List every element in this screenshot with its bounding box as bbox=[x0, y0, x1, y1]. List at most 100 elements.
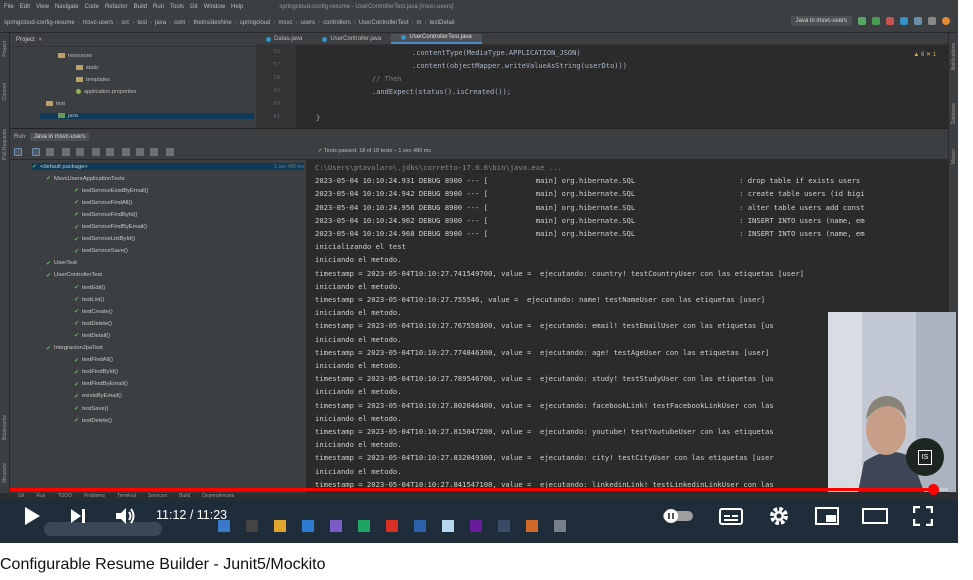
settings-gear-icon bbox=[166, 148, 174, 156]
fullscreen-button[interactable] bbox=[908, 498, 938, 534]
test-tree-item[interactable]: ✔ testServiceSave() bbox=[74, 248, 304, 255]
menu-item-build[interactable]: Build bbox=[134, 4, 147, 10]
test-tree-item[interactable]: ✔ testServiceExistByEmail() bbox=[74, 187, 304, 195]
menu-item-navigate[interactable]: Navigate bbox=[55, 4, 79, 10]
console-line: 2023-05-04 10:10:24.968 DEBUG 8900 --- [… bbox=[315, 229, 865, 238]
video-title: Configurable Resume Builder - Junit5/Moc… bbox=[0, 556, 326, 573]
menu-item-tools[interactable]: Tools bbox=[170, 4, 184, 10]
play-button[interactable] bbox=[18, 498, 46, 534]
breadcrumb-separator: › bbox=[353, 19, 356, 26]
left-strip-project-label: Project bbox=[2, 41, 8, 57]
test-tree-item[interactable]: ✔ testSave() bbox=[74, 405, 304, 413]
breadcrumb-item[interactable]: springcloud-config-resume bbox=[4, 20, 75, 26]
project-tree-item[interactable]: static bbox=[76, 65, 99, 71]
breadcrumb-item[interactable]: src bbox=[121, 20, 129, 26]
editor-tabs: Datas.java UserController.java UserControl… bbox=[256, 33, 948, 45]
check-icon: ✔ bbox=[46, 260, 52, 267]
test-tree-item[interactable]: ✔ MsvcUsersApplicationTests bbox=[46, 175, 304, 183]
breadcrumb-item[interactable]: com bbox=[174, 20, 185, 26]
check-icon: ✔ bbox=[74, 285, 80, 291]
breadcrumb-item[interactable]: msvc bbox=[278, 20, 292, 26]
menu-item-help[interactable]: Help bbox=[231, 4, 243, 10]
miniplayer-button[interactable] bbox=[812, 498, 842, 534]
test-name: testDetail() bbox=[82, 332, 111, 339]
console-line: timestamp = 2023-05-04T10:10:27.74154970… bbox=[315, 268, 804, 278]
test-name: testEdit() bbox=[82, 284, 106, 291]
check-icon: ✔ bbox=[74, 393, 80, 400]
project-tree-item[interactable]: templates bbox=[76, 77, 110, 83]
breadcrumb-item[interactable]: UserControllerTest bbox=[359, 20, 409, 26]
test-tree-item[interactable]: ✔ testCreate() bbox=[74, 308, 304, 316]
java-class-icon bbox=[322, 36, 328, 42]
test-tree-item[interactable]: ✔ <default package> 1 sec 480 ms bbox=[32, 163, 304, 170]
video-progress-scrubber[interactable] bbox=[927, 484, 939, 495]
subtitles-button[interactable] bbox=[716, 498, 746, 534]
test-tree-item[interactable]: ✔ testDetail() bbox=[74, 332, 304, 340]
menu-item-run[interactable]: Run bbox=[153, 4, 164, 10]
breadcrumb-separator: › bbox=[273, 19, 276, 26]
menu-item-window[interactable]: Window bbox=[204, 4, 225, 10]
test-tree-item[interactable]: ✔ UserTest bbox=[46, 260, 304, 267]
test-tree-item[interactable]: ✔ testServiceFindAll() bbox=[74, 199, 304, 207]
editor-tab[interactable]: UserControllerTest.java bbox=[391, 34, 482, 44]
project-tree-item[interactable]: resources bbox=[58, 53, 92, 59]
breadcrumb-item[interactable]: theinsideshine bbox=[193, 20, 231, 26]
console-line: iniciando el metodo. bbox=[315, 255, 402, 265]
project-panel: Project ▾ resources static templates applic… bbox=[10, 33, 256, 128]
test-tree-item[interactable]: ✔ UserControllerTest bbox=[46, 272, 304, 279]
test-tree-item[interactable]: ✔ testFindById() bbox=[74, 369, 304, 376]
channel-badge-text: IS bbox=[917, 449, 933, 465]
show-passed-icon bbox=[32, 148, 40, 156]
menu-item-git[interactable]: Git bbox=[190, 4, 198, 10]
project-tree-item[interactable]: application.properties bbox=[76, 89, 136, 95]
editor-tab-label: UserController.java bbox=[330, 36, 382, 42]
menu-item-refactor[interactable]: Refactor bbox=[105, 4, 128, 10]
test-tree-item[interactable]: ✔ testDelete() bbox=[74, 320, 304, 328]
test-tree-item[interactable]: ✔ testServiceFindByEmail() bbox=[74, 224, 304, 231]
test-tree-item[interactable]: ✔ testEdit() bbox=[74, 284, 304, 292]
breadcrumb-item[interactable]: test bbox=[137, 20, 147, 26]
editor-tab[interactable]: Datas.java bbox=[256, 36, 312, 44]
settings-icon bbox=[928, 17, 936, 25]
project-tree-label: static bbox=[86, 65, 99, 71]
test-tree-item[interactable]: ✔ testServiceFindById() bbox=[74, 211, 304, 219]
test-tree-item[interactable]: ✔ testList() bbox=[74, 296, 304, 304]
settings-button[interactable] bbox=[764, 498, 794, 534]
console-line: timestamp = 2023-05-04T10:10:27.755546, … bbox=[315, 295, 766, 304]
test-tree-item[interactable]: ✔ testServiceListById() bbox=[74, 236, 304, 243]
breadcrumb-item[interactable]: msvc-users bbox=[83, 20, 114, 26]
breadcrumb-item[interactable]: users bbox=[300, 20, 315, 26]
console-line: iniciando el metodo. bbox=[315, 440, 402, 450]
breadcrumb-separator: › bbox=[77, 19, 80, 26]
next-button[interactable] bbox=[64, 498, 92, 534]
menu-item-file[interactable]: File bbox=[4, 4, 14, 10]
test-name: MsvcUsersApplicationTests bbox=[54, 175, 125, 182]
menu-item-code[interactable]: Code bbox=[85, 4, 99, 10]
test-tree-item[interactable]: ✔ testFindByEmail() bbox=[74, 381, 304, 388]
test-name: UserControllerTest bbox=[54, 272, 103, 279]
run-tool-bar: ✔ Tests passed: 18 of 18 tests – 1 sec 4… bbox=[10, 144, 948, 160]
video-progress-bar[interactable] bbox=[10, 484, 948, 495]
breadcrumb-item[interactable]: testDetail bbox=[430, 20, 455, 26]
test-tree-item[interactable]: ✔ IntegracionJpaTest bbox=[46, 345, 304, 352]
breadcrumb-item[interactable]: controllers bbox=[323, 20, 351, 26]
breadcrumb-item[interactable]: m bbox=[417, 20, 422, 26]
project-tree-item[interactable]: java bbox=[40, 113, 254, 119]
autoplay-toggle[interactable] bbox=[660, 498, 696, 534]
project-tree-item[interactable]: test bbox=[46, 101, 65, 107]
menu-item-edit[interactable]: Edit bbox=[20, 4, 30, 10]
test-tree-item[interactable]: ✔ testDelete() bbox=[74, 417, 304, 425]
check-icon: ✔ bbox=[74, 357, 80, 364]
test-status-text: Tests passed: 18 of 18 tests – 1 sec 480… bbox=[324, 148, 432, 154]
menu-item-view[interactable]: View bbox=[36, 4, 49, 10]
search-icon bbox=[914, 17, 922, 25]
test-name: UserTest bbox=[54, 260, 77, 267]
test-tree-item[interactable]: ✔ testFindAll() bbox=[74, 357, 304, 364]
breadcrumb-item[interactable]: springcloud bbox=[240, 20, 271, 26]
theater-mode-button[interactable] bbox=[860, 498, 890, 534]
video-player[interactable]: File Edit View Navigate Code Refactor Build Run… bbox=[0, 0, 958, 543]
breadcrumb-item[interactable]: java bbox=[155, 20, 166, 26]
editor-tab[interactable]: UserController.java bbox=[312, 36, 391, 44]
test-tree-item[interactable]: ✔ existsByEmail() bbox=[74, 393, 304, 400]
mute-button[interactable] bbox=[110, 498, 142, 534]
